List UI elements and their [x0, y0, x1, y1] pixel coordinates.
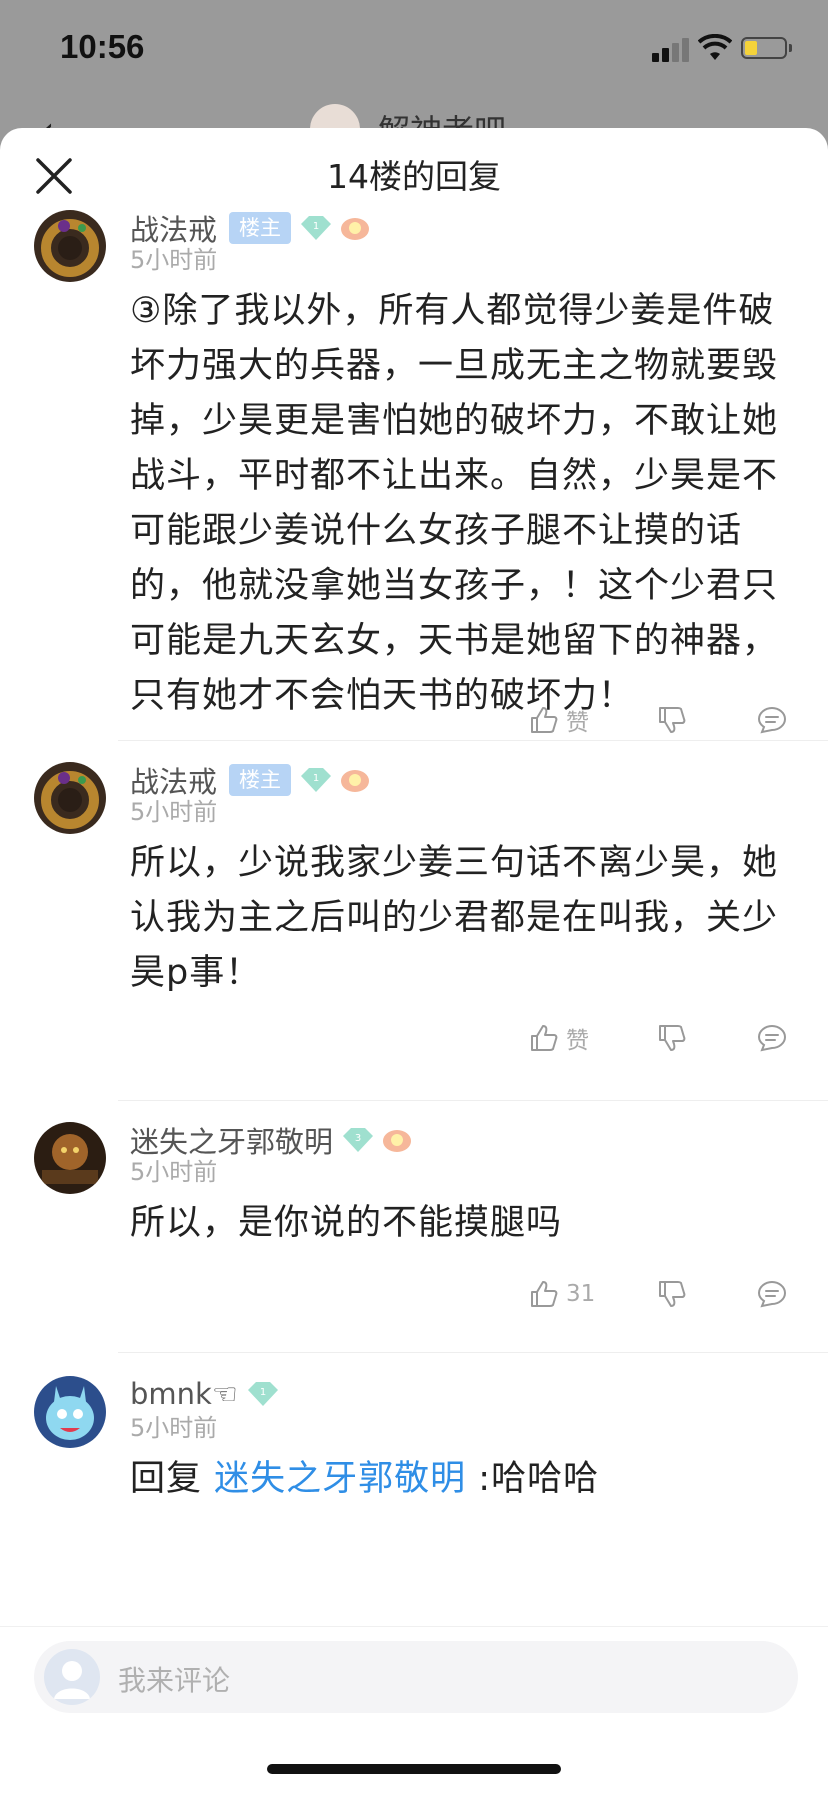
like-button[interactable]: 31: [528, 1274, 595, 1314]
divider: [118, 1100, 828, 1101]
sheet-header: 14楼的回复: [0, 128, 828, 216]
avatar[interactable]: [34, 210, 106, 282]
avatar[interactable]: [34, 1122, 106, 1194]
reply-target-link[interactable]: 迷失之牙郭敬明: [214, 1459, 466, 1499]
status-bar: 10:56: [0, 0, 828, 100]
divider: [118, 1352, 828, 1353]
avatar[interactable]: [34, 1376, 106, 1448]
thumbs-down-icon: [659, 1025, 686, 1051]
comment-actions: 赞: [528, 700, 828, 740]
comment-time: 5小时前: [130, 1158, 218, 1186]
reply-text: :哈哈哈: [466, 1459, 600, 1499]
sheet-title: 14楼的回复: [327, 157, 501, 196]
comment-content: ③除了我以外，所有人都觉得少姜是件破坏力强大的兵器，一旦成无主之物就要毁掉，少昊…: [130, 291, 779, 716]
home-indicator: [267, 1764, 561, 1774]
battery-icon: [741, 37, 787, 59]
reply-button[interactable]: [756, 1274, 788, 1314]
comment-content: 所以，是你说的不能摸腿吗: [130, 1203, 563, 1243]
comment-actions: 31: [528, 1274, 828, 1314]
dislike-button[interactable]: [656, 1274, 688, 1314]
reply-button[interactable]: [756, 700, 788, 740]
like-label: 赞: [566, 710, 589, 736]
svg-text:1: 1: [313, 221, 319, 232]
level-gem-icon: 1: [301, 768, 332, 792]
wifi-icon: [698, 34, 732, 60]
rank-icon: [383, 1130, 412, 1152]
level-gem-icon: 1: [301, 216, 332, 240]
comment-bubble-icon: [757, 1024, 787, 1052]
like-button[interactable]: 赞: [528, 700, 589, 740]
comment-input[interactable]: 我来评论: [34, 1641, 798, 1713]
like-button[interactable]: 赞: [528, 1018, 589, 1058]
thumbs-up-icon: [531, 1281, 558, 1307]
user-avatar: [44, 1649, 100, 1705]
comment-content: 所以，少说我家少姜三句话不离少昊，她认我为主之后叫的少君都是在叫我，关少昊p事！: [130, 843, 779, 993]
comment-bubble-icon: [757, 706, 787, 734]
thumbs-down-icon: [659, 1281, 686, 1307]
username[interactable]: bmnk☜: [130, 1377, 238, 1411]
thumbs-up-icon: [531, 707, 558, 733]
cellular-signal-icon: [652, 36, 692, 62]
rank-icon: [341, 770, 370, 792]
comment-bubble-icon: [757, 1280, 787, 1308]
comment-content: 回复 迷失之牙郭敬明 :哈哈哈: [130, 1452, 800, 1507]
comment-placeholder: 我来评论: [118, 1664, 231, 1697]
like-count: 31: [566, 1281, 596, 1307]
comment-time: 5小时前: [130, 246, 218, 274]
like-label: 赞: [566, 1028, 589, 1054]
svg-text:3: 3: [355, 1133, 361, 1144]
comment-actions: 赞: [528, 1018, 828, 1058]
svg-text:1: 1: [260, 1387, 266, 1398]
reply-button[interactable]: [756, 1018, 788, 1058]
host-badge: 楼主: [229, 764, 292, 796]
avatar[interactable]: [34, 762, 106, 834]
host-badge: 楼主: [229, 212, 292, 244]
divider: [118, 740, 828, 741]
reply-prefix: 回复: [130, 1459, 215, 1499]
dislike-button[interactable]: [656, 700, 688, 740]
comment-time: 5小时前: [130, 1414, 218, 1442]
dislike-button[interactable]: [656, 1018, 688, 1058]
status-time: 10:56: [60, 28, 145, 65]
level-gem-icon: 1: [247, 1382, 278, 1406]
level-gem-icon: 3: [343, 1128, 374, 1152]
thumbs-up-icon: [531, 1025, 558, 1051]
svg-text:1: 1: [313, 773, 319, 784]
comment-time: 5小时前: [130, 798, 218, 826]
rank-icon: [341, 218, 370, 240]
reply-sheet: 14楼的回复 战法戒 楼主 1 5小时前 ③除了我以外，所有人都觉得少姜是件破坏…: [0, 128, 828, 1792]
thumbs-down-icon: [659, 707, 686, 733]
